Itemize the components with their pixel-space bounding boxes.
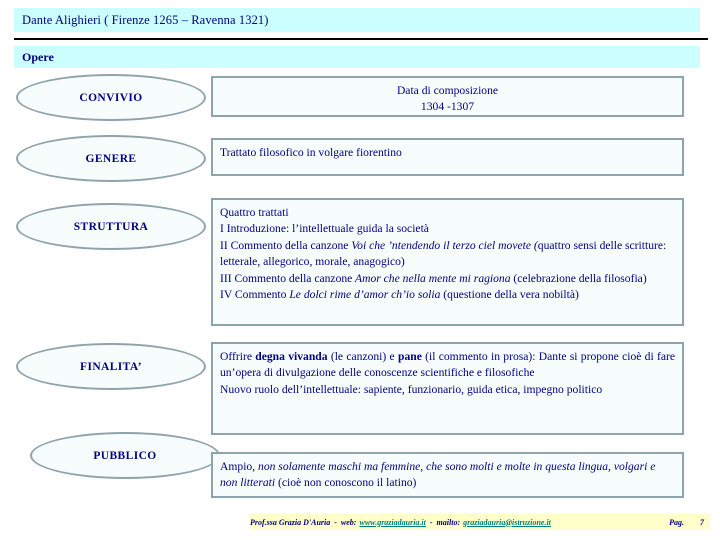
section-subtitle-bar: Opere bbox=[14, 46, 700, 68]
content-box-genere: Trattato filosofico in volgare fiorentin… bbox=[211, 138, 684, 176]
footer-bar: Prof.ssa Grazia D'Auria - web: www.grazi… bbox=[250, 514, 710, 530]
content-text-finalita: Offrire degna vivanda (le canzoni) e pan… bbox=[220, 350, 676, 396]
footer-mail-link[interactable]: graziadauria@istruzione.it bbox=[463, 518, 551, 527]
presentation-title-bar: Dante Alighieri ( Firenze 1265 – Ravenna… bbox=[14, 8, 700, 32]
footer-separator-1: - bbox=[334, 517, 337, 527]
content-text-pubblico: Ampio, non solamente maschi ma femmine, … bbox=[220, 460, 656, 490]
oval-label-genere: GENERE bbox=[85, 152, 137, 165]
content-box-pubblico: Ampio, non solamente maschi ma femmine, … bbox=[211, 452, 684, 498]
footer-page-label: Pag. bbox=[669, 517, 684, 527]
content-box-convivio: Data di composizione 1304 -1307 bbox=[211, 76, 684, 117]
content-text-struttura: Quattro trattati I Introduzione: l’intell… bbox=[220, 206, 667, 302]
content-text-convivio: Data di composizione 1304 -1307 bbox=[396, 84, 499, 114]
content-text-genere: Trattato filosofico in volgare fiorentin… bbox=[220, 146, 402, 159]
footer-web-link[interactable]: www.graziadauria.it bbox=[359, 518, 425, 527]
page-title: Dante Alighieri ( Firenze 1265 – Ravenna… bbox=[22, 12, 269, 27]
oval-finalita: FINALITA’ bbox=[16, 343, 206, 390]
oval-label-pubblico: PUBBLICO bbox=[93, 449, 157, 462]
oval-label-struttura: STRUTTURA bbox=[73, 220, 149, 233]
content-box-finalita: Offrire degna vivanda (le canzoni) e pan… bbox=[211, 342, 684, 435]
oval-label-finalita: FINALITA’ bbox=[80, 360, 142, 373]
oval-genere: GENERE bbox=[16, 135, 206, 182]
oval-pubblico: PUBBLICO bbox=[30, 432, 220, 479]
oval-convivio: CONVIVIO bbox=[16, 74, 206, 121]
section-subtitle: Opere bbox=[22, 49, 54, 64]
footer-page-number: 7 bbox=[700, 517, 704, 527]
footer-mail-label: mailto: bbox=[436, 517, 461, 527]
oval-label-convivio: CONVIVIO bbox=[79, 91, 143, 104]
oval-struttura: STRUTTURA bbox=[16, 203, 206, 250]
footer-web-label: web: bbox=[340, 517, 357, 527]
content-box-struttura: Quattro trattati I Introduzione: l’intell… bbox=[211, 198, 684, 326]
footer-author: Prof.ssa Grazia D'Auria bbox=[250, 517, 331, 527]
footer-separator-2: - bbox=[429, 517, 433, 527]
header-divider bbox=[14, 38, 708, 40]
